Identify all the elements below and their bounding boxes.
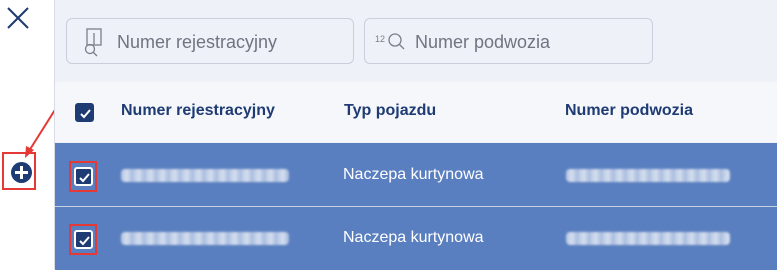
redacted-registration xyxy=(121,232,289,245)
add-button-highlight xyxy=(2,152,36,190)
vin-search-input[interactable] xyxy=(413,28,637,56)
header-vehicle-type[interactable]: Typ pojazdu xyxy=(344,102,436,120)
vehicle-panel: 12 Numer rejestracyjny Typ pojazdu Numer… xyxy=(54,0,777,270)
vehicle-type-cell: Naczepa kurtynowa xyxy=(343,229,484,246)
table-row[interactable]: Naczepa kurtynowa xyxy=(55,143,777,206)
registration-search-field[interactable] xyxy=(66,18,354,64)
svg-text:12: 12 xyxy=(375,34,385,44)
select-all-checkbox[interactable] xyxy=(75,103,94,122)
check-icon xyxy=(80,109,91,119)
table-header: Numer rejestracyjny Typ pojazdu Numer po… xyxy=(55,82,777,142)
close-icon[interactable] xyxy=(4,4,32,32)
row-checkbox[interactable] xyxy=(74,230,93,249)
header-vin[interactable]: Numer podwozia xyxy=(565,102,693,120)
check-icon xyxy=(79,173,90,183)
check-icon xyxy=(79,236,90,246)
header-registration[interactable]: Numer rejestracyjny xyxy=(121,102,275,120)
vehicle-type-cell: Naczepa kurtynowa xyxy=(343,166,484,183)
add-icon[interactable] xyxy=(11,162,32,183)
row-checkbox[interactable] xyxy=(74,167,93,186)
registration-plate-icon xyxy=(84,28,102,57)
table-row[interactable]: Naczepa kurtynowa xyxy=(55,207,777,270)
registration-search-input[interactable] xyxy=(115,28,339,56)
vin-search-field[interactable]: 12 xyxy=(364,18,653,64)
redacted-vin xyxy=(566,169,730,182)
redacted-vin xyxy=(566,232,730,245)
sidebar xyxy=(0,0,54,269)
vin-search-icon: 12 xyxy=(375,33,405,50)
vehicle-table: Numer rejestracyjny Typ pojazdu Numer po… xyxy=(55,82,777,270)
redacted-registration xyxy=(121,169,289,182)
